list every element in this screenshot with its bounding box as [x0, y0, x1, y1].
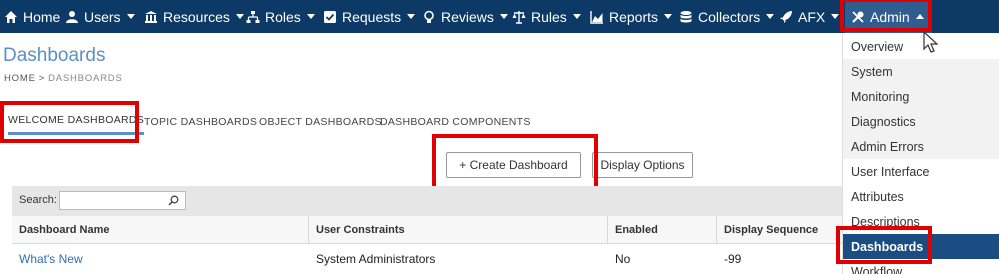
nav-requests[interactable]: Requests	[323, 0, 416, 33]
tools-icon	[852, 10, 864, 23]
nav-users[interactable]: Users	[65, 0, 135, 33]
nav-collectors[interactable]: Collectors	[679, 0, 775, 33]
mouse-cursor-icon	[923, 30, 939, 53]
checkbox-icon	[324, 10, 336, 23]
page-title: Dashboards	[3, 45, 106, 66]
menu-item-monitoring[interactable]: Monitoring	[843, 84, 999, 109]
nav-resources-label: Resources	[163, 8, 230, 25]
breadcrumb-separator: >	[38, 73, 46, 84]
rocket-icon	[780, 10, 792, 23]
dashboards-grid: Search: Dashboard Name User Constraints …	[12, 186, 852, 274]
chevron-down-icon	[572, 14, 581, 19]
nav-afx-label: AFX	[798, 8, 826, 25]
nav-home-label: Home	[23, 8, 61, 25]
database-icon	[680, 10, 692, 22]
top-nav: Home Users Resources Roles Requests Revi…	[0, 0, 999, 33]
nav-requests-label: Requests	[342, 8, 402, 25]
nav-users-label: Users	[84, 8, 121, 25]
chart-icon	[590, 10, 603, 24]
menu-item-user-interface[interactable]: User Interface	[843, 159, 999, 184]
search-label: Search:	[19, 194, 57, 206]
home-icon	[5, 10, 17, 23]
menu-item-workflow[interactable]: Workflow	[843, 259, 999, 274]
menu-item-descriptions[interactable]: Descriptions	[843, 209, 999, 234]
breadcrumb-current: DASHBOARDS	[48, 73, 123, 84]
dashboard-name-link[interactable]: What's New	[12, 244, 309, 274]
enabled-cell: No	[615, 252, 631, 266]
column-header-enabled[interactable]: Enabled	[608, 216, 717, 244]
chevron-down-icon	[766, 14, 775, 19]
nav-admin-label: Admin	[870, 8, 910, 25]
menu-item-admin-errors[interactable]: Admin Errors	[843, 134, 999, 159]
tab-object-dashboards[interactable]: OBJECT DASHBOARDS	[259, 108, 382, 135]
menu-item-dashboards[interactable]: Dashboards	[843, 234, 999, 259]
admin-dropdown-menu: Overview System Monitoring Diagnostics A…	[842, 33, 999, 274]
menu-item-diagnostics[interactable]: Diagnostics	[843, 109, 999, 134]
nav-roles-label: Roles	[265, 8, 301, 25]
table-row[interactable]: What's New System Administrators No -99	[12, 244, 852, 274]
chevron-down-icon	[831, 14, 840, 19]
nav-rules-label: Rules	[531, 8, 567, 25]
menu-item-attributes[interactable]: Attributes	[843, 184, 999, 209]
nav-admin[interactable]: Admin	[845, 0, 932, 33]
user-constraints-cell: System Administrators	[316, 252, 436, 266]
nav-reviews[interactable]: Reviews	[422, 0, 508, 33]
sitemap-icon	[246, 10, 260, 23]
bank-icon	[145, 10, 157, 23]
create-dashboard-button[interactable]: + Create Dashboard	[446, 152, 581, 178]
nav-rules[interactable]: Rules	[512, 0, 581, 33]
nav-afx[interactable]: AFX	[779, 0, 840, 33]
users-icon	[66, 10, 78, 23]
table-header: Dashboard Name User Constraints Enabled …	[12, 216, 852, 244]
nav-home[interactable]: Home	[4, 0, 60, 33]
display-options-button[interactable]: Display Options	[592, 152, 693, 178]
tab-topic-dashboards[interactable]: TOPIC DASHBOARDS	[144, 108, 257, 135]
menu-item-system[interactable]: System	[843, 59, 999, 84]
nav-roles[interactable]: Roles	[246, 0, 315, 33]
tab-welcome-dashboards[interactable]: WELCOME DASHBOARDS	[8, 108, 145, 135]
balance-icon	[512, 10, 526, 24]
nav-reviews-label: Reviews	[441, 8, 494, 25]
nav-reports-label: Reports	[609, 8, 659, 25]
lightbulb-icon	[424, 10, 434, 23]
nav-resources[interactable]: Resources	[144, 0, 244, 33]
chevron-down-icon	[664, 14, 673, 19]
chevron-down-icon	[306, 14, 315, 19]
column-header-user-constraints[interactable]: User Constraints	[309, 216, 608, 244]
search-input[interactable]	[59, 191, 186, 210]
tab-dashboard-components[interactable]: DASHBOARD COMPONENTS	[380, 108, 531, 135]
breadcrumb: HOME > DASHBOARDS	[4, 73, 123, 84]
breadcrumb-home[interactable]: HOME	[4, 73, 36, 84]
column-header-dashboard-name[interactable]: Dashboard Name	[12, 216, 309, 244]
search-bar: Search:	[12, 186, 852, 216]
display-sequence-cell: -99	[724, 252, 742, 266]
chevron-down-icon	[235, 14, 244, 19]
search-icon[interactable]	[168, 195, 179, 206]
nav-reports[interactable]: Reports	[590, 0, 673, 33]
chevron-down-icon	[407, 14, 416, 19]
chevron-up-icon	[915, 14, 924, 19]
nav-collectors-label: Collectors	[698, 8, 761, 25]
chevron-down-icon	[126, 14, 135, 19]
column-header-display-sequence[interactable]: Display Sequence	[717, 216, 852, 244]
chevron-down-icon	[499, 14, 508, 19]
